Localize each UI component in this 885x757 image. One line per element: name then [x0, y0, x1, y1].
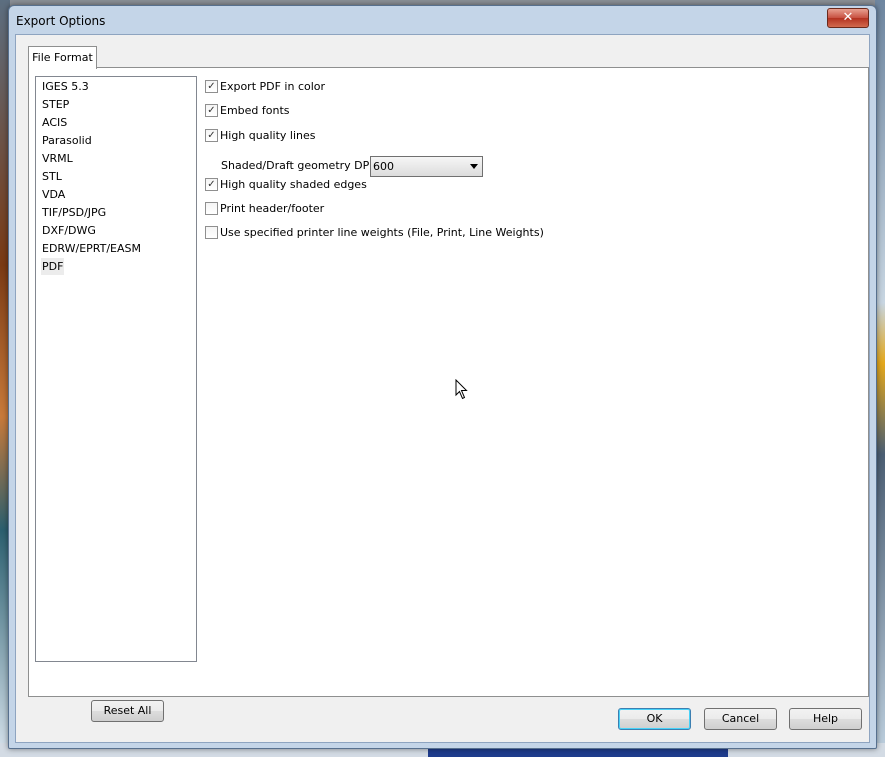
header-footer-checkbox[interactable]	[205, 202, 218, 215]
format-item-parasolid[interactable]: Parasolid	[41, 132, 93, 149]
dpi-label: Shaded/Draft geometry DPI:	[221, 159, 377, 172]
dpi-value: 600	[373, 160, 394, 173]
format-item-edrw[interactable]: EDRW/EPRT/EASM	[41, 240, 142, 257]
export-options-dialog: Export Options ✕ File Format IGES 5.3 ST…	[8, 5, 877, 749]
format-item-step[interactable]: STEP	[41, 96, 70, 113]
format-item-vrml[interactable]: VRML	[41, 150, 74, 167]
title-bar[interactable]: Export Options ✕	[9, 6, 876, 34]
hq-lines-label: High quality lines	[220, 129, 316, 142]
close-button[interactable]: ✕	[827, 8, 869, 28]
printer-weights-checkbox[interactable]	[205, 226, 218, 239]
format-item-iges[interactable]: IGES 5.3	[41, 78, 90, 95]
dpi-dropdown[interactable]: 600	[370, 156, 483, 177]
chevron-down-icon	[470, 164, 478, 169]
format-item-acis[interactable]: ACIS	[41, 114, 68, 131]
format-item-dxf-dwg[interactable]: DXF/DWG	[41, 222, 97, 239]
header-footer-label: Print header/footer	[220, 202, 325, 215]
export-color-label: Export PDF in color	[220, 80, 326, 93]
file-format-panel: IGES 5.3 STEP ACIS Parasolid VRML STL VD…	[28, 67, 869, 722]
help-button[interactable]: Help	[789, 708, 862, 730]
hq-edges-checkbox[interactable]: ✓	[205, 178, 218, 191]
embed-fonts-label: Embed fonts	[220, 104, 290, 117]
export-color-checkbox[interactable]: ✓	[205, 80, 218, 93]
dialog-client-area: File Format IGES 5.3 STEP ACIS Parasolid…	[15, 34, 870, 743]
hq-lines-checkbox[interactable]: ✓	[205, 129, 218, 142]
hq-edges-label: High quality shaded edges	[220, 178, 367, 191]
reset-all-button[interactable]: Reset All	[91, 700, 164, 722]
dialog-title: Export Options	[16, 14, 106, 28]
format-item-stl[interactable]: STL	[41, 168, 63, 185]
mouse-cursor-icon	[455, 379, 468, 400]
ok-button[interactable]: OK	[618, 708, 691, 730]
format-item-vda[interactable]: VDA	[41, 186, 66, 203]
tab-file-format[interactable]: File Format	[28, 46, 97, 69]
format-item-tif-psd-jpg[interactable]: TIF/PSD/JPG	[41, 204, 107, 221]
cancel-button[interactable]: Cancel	[704, 708, 777, 730]
format-list[interactable]: IGES 5.3 STEP ACIS Parasolid VRML STL VD…	[35, 76, 197, 662]
format-item-pdf[interactable]: PDF	[41, 258, 65, 275]
printer-weights-label: Use specified printer line weights (File…	[220, 226, 544, 239]
embed-fonts-checkbox[interactable]: ✓	[205, 104, 218, 117]
